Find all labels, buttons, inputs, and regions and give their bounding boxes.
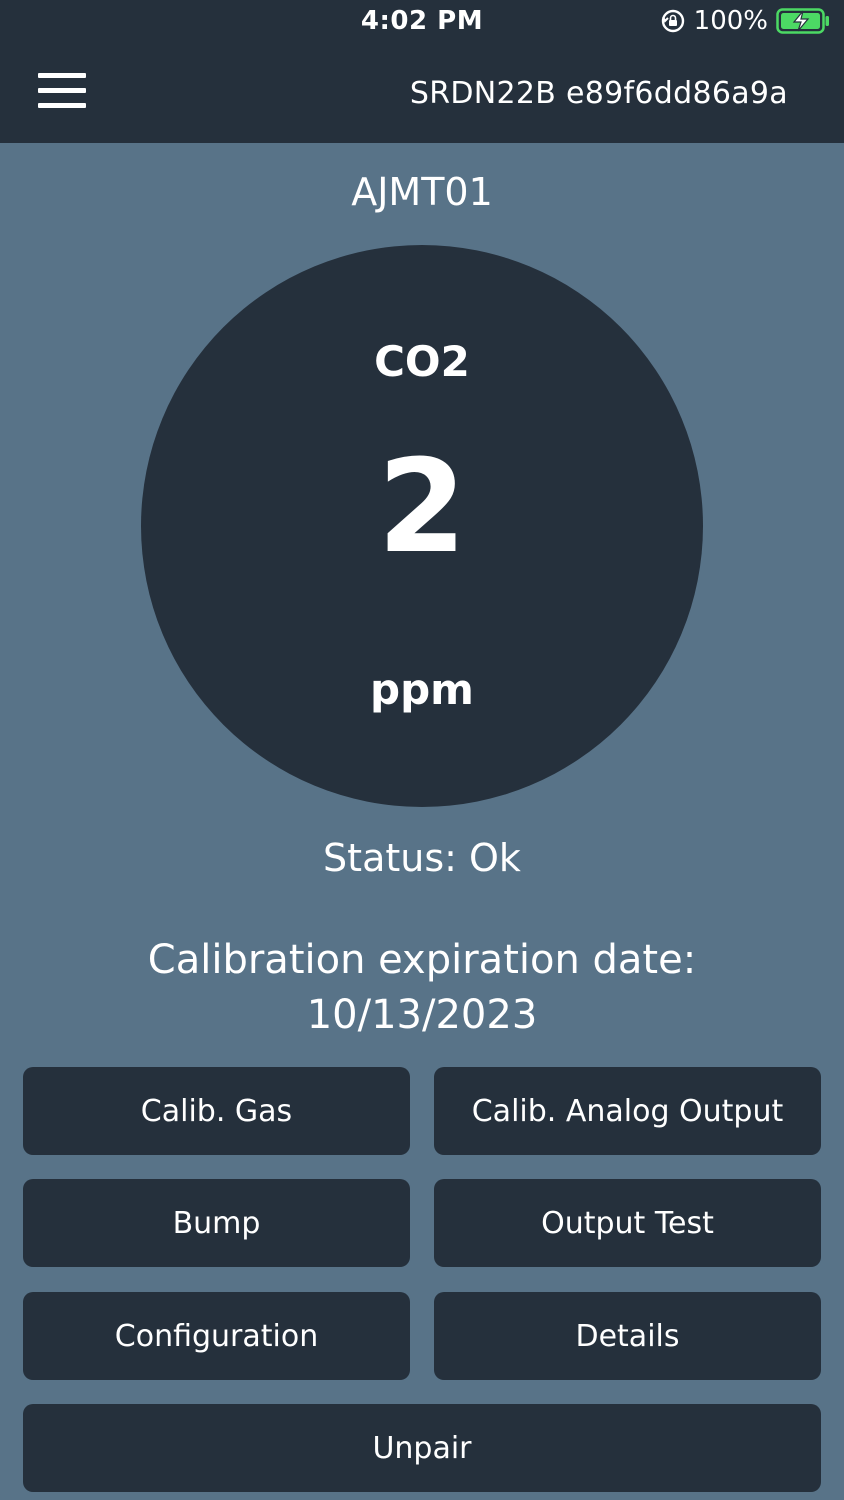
status-indicators: 100% (660, 6, 830, 36)
output-test-button[interactable]: Output Test (434, 1179, 821, 1267)
bump-button[interactable]: Bump (23, 1179, 410, 1267)
gas-unit: ppm (370, 665, 474, 714)
gas-name: CO2 (374, 337, 470, 386)
sensor-name: AJMT01 (351, 170, 493, 214)
rotation-lock-icon (661, 9, 684, 33)
battery-charging-icon (776, 8, 829, 34)
battery-percentage: 100% (693, 6, 768, 36)
configuration-button[interactable]: Configuration (23, 1292, 410, 1380)
calibration-expiration-label: Calibration expiration date: (147, 937, 697, 983)
calibration-expiration-date: 10/13/2023 (306, 992, 538, 1038)
details-button[interactable]: Details (434, 1292, 821, 1380)
calib-analog-output-button[interactable]: Calib. Analog Output (434, 1067, 821, 1155)
gas-reading-value: 2 (377, 433, 467, 582)
device-id: SRDN22B e89f6dd86a9a (409, 76, 788, 111)
calib-gas-button[interactable]: Calib. Gas (23, 1067, 410, 1155)
hamburger-menu-icon[interactable] (38, 73, 86, 109)
reading-gauge: CO2 2 ppm (141, 245, 703, 807)
sensor-status: Status: Ok (323, 836, 521, 880)
top-bar: 4:02 PM 100% SRDN22B e89f6dd86a9a (0, 0, 844, 143)
unpair-button[interactable]: Unpair (23, 1404, 821, 1492)
